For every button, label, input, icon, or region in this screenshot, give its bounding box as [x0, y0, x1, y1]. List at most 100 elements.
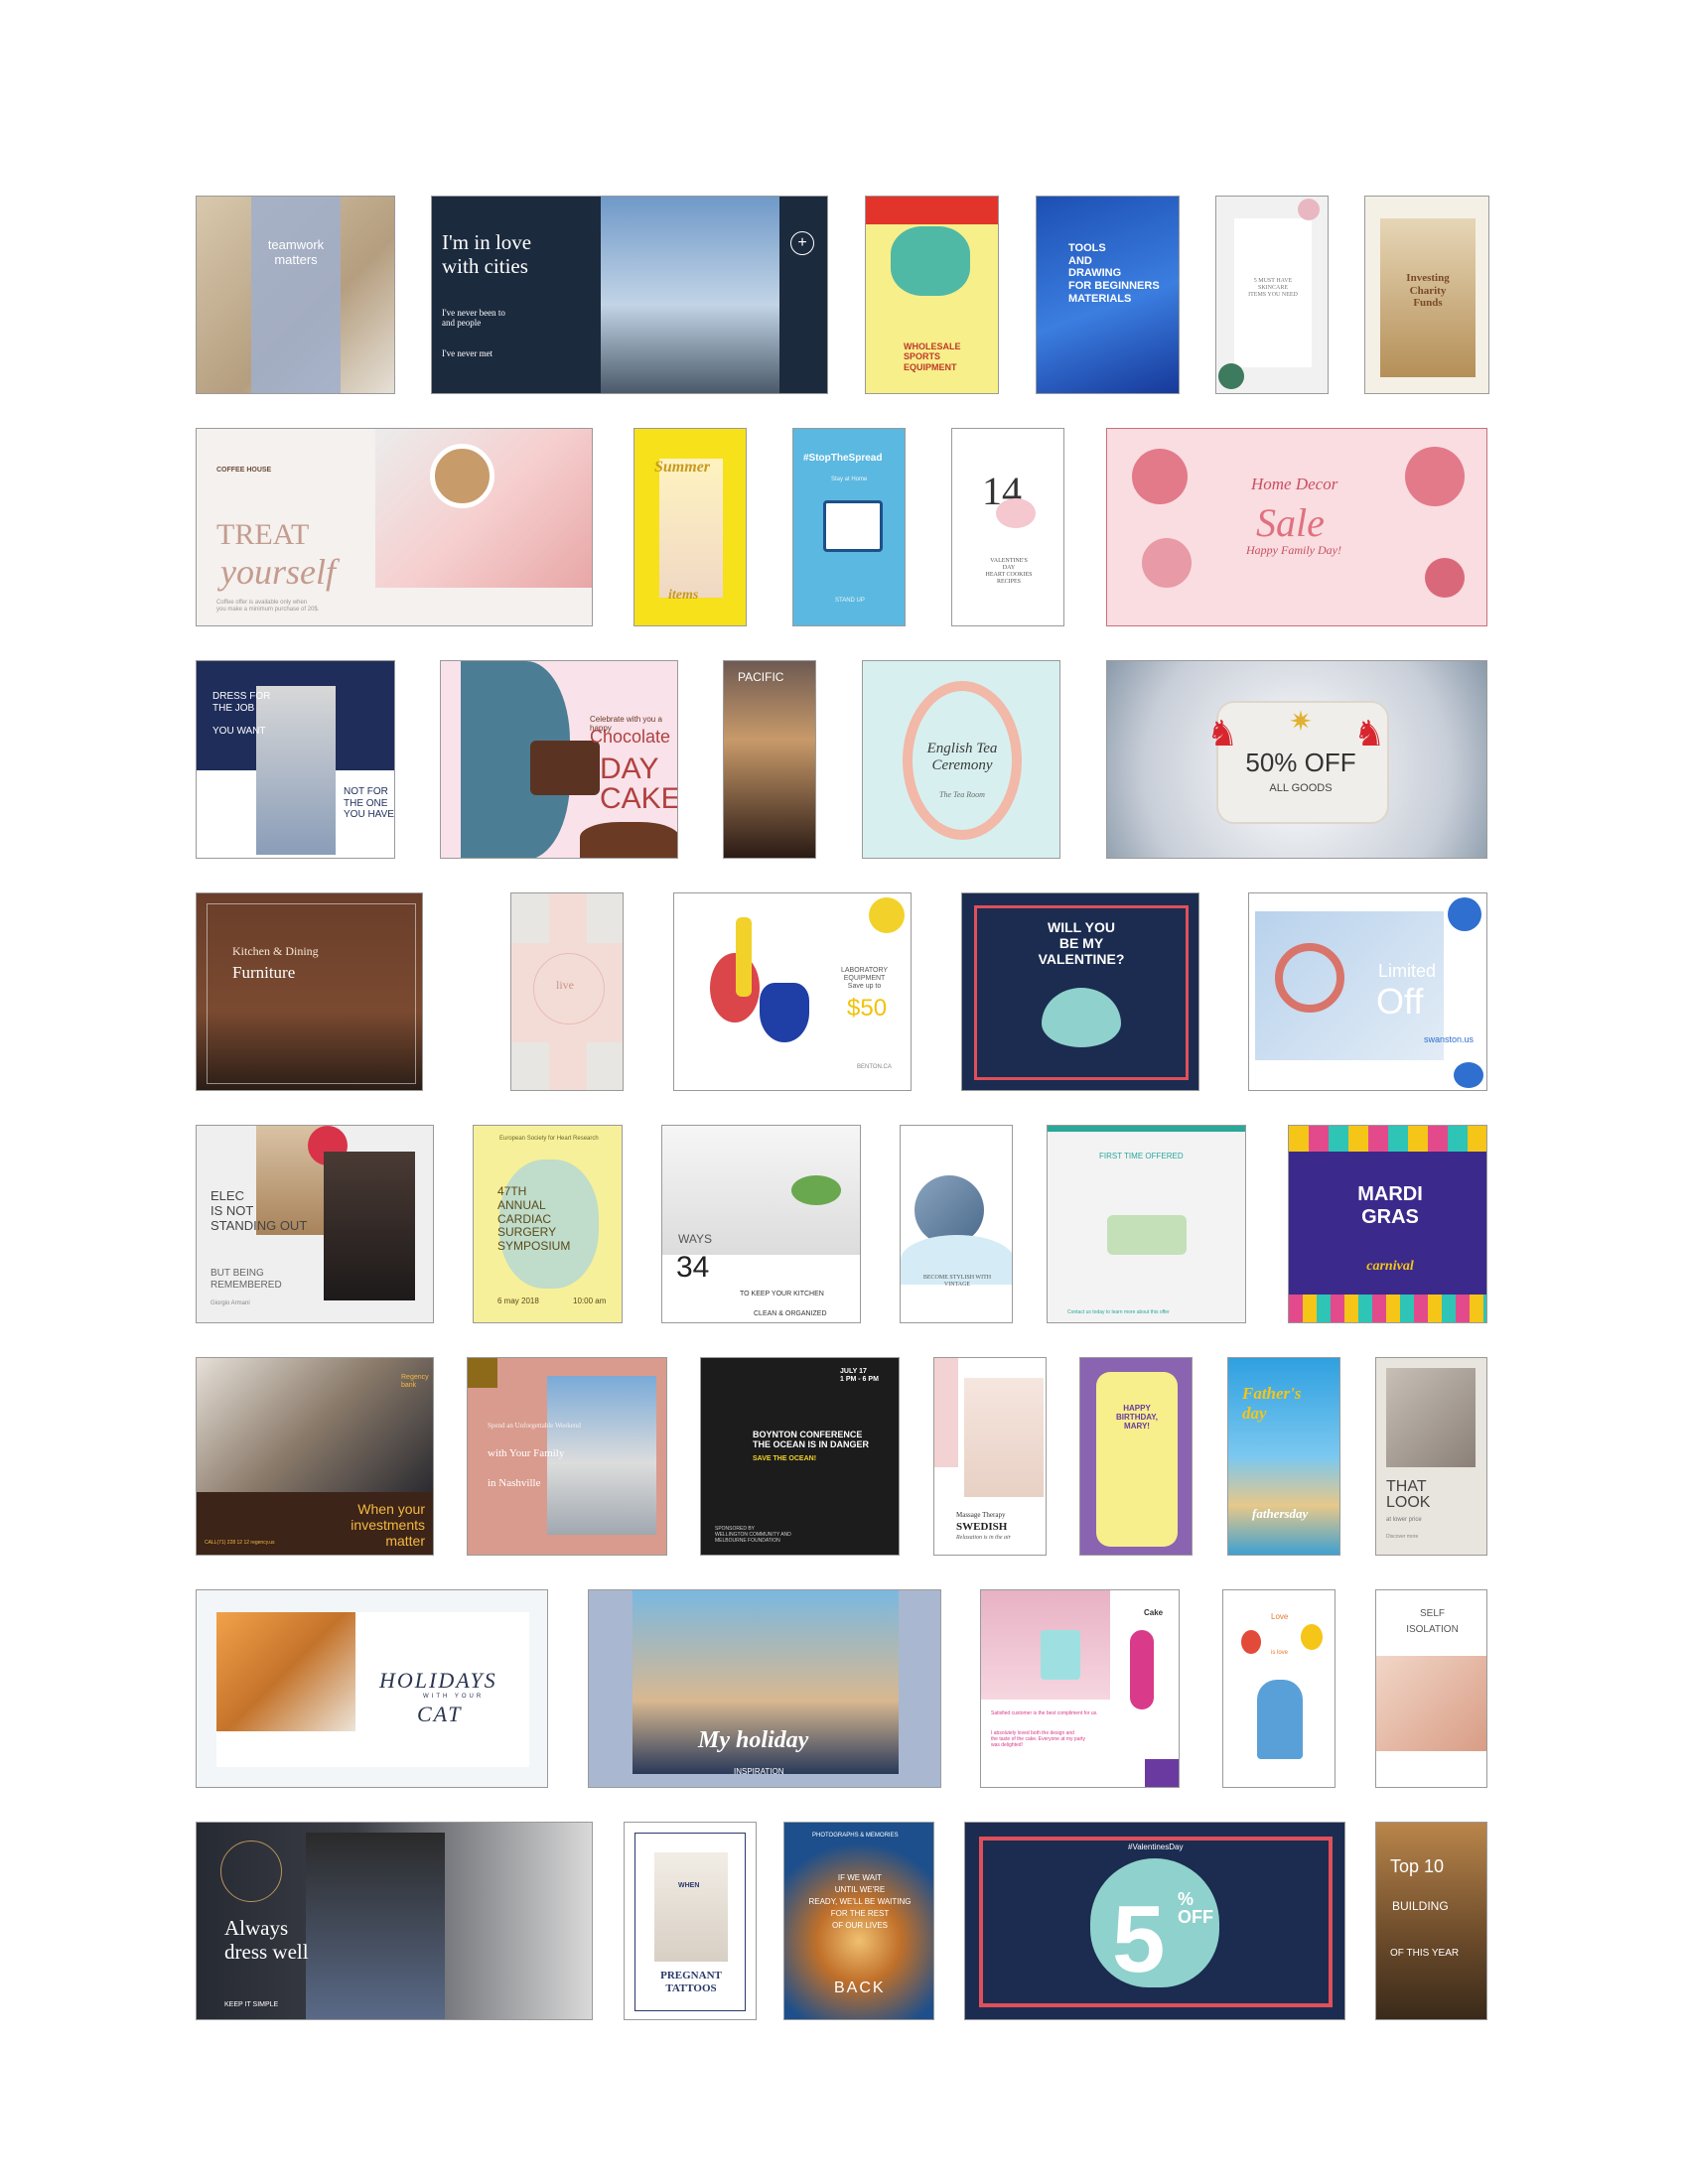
card-heading: IF WE WAIT UNTIL WE'RE READY, WE'LL BE W…: [808, 1873, 912, 1930]
card-title: Off: [1376, 981, 1424, 1022]
template-card-dress[interactable]: DRESS FOR THE JOB YOU WANT NOT FOR THE O…: [196, 660, 395, 859]
card-heading: Love: [1271, 1612, 1289, 1621]
card-heading: HOLIDAYS: [379, 1668, 497, 1693]
template-card-teamwork[interactable]: teamwork matters: [196, 196, 395, 394]
template-card-cities[interactable]: I'm in love with cities I've never been …: [431, 196, 828, 394]
card-heading: 50% OFF: [1245, 748, 1356, 777]
template-card-first-time[interactable]: FIRST TIME OFFERED Contact us today to l…: [1047, 1125, 1246, 1323]
template-card-kitchen-ways[interactable]: WAYS 34 TO KEEP YOUR KITCHEN CLEAN & ORG…: [661, 1125, 861, 1323]
template-card-holidays-cat[interactable]: HOLIDAYS WITH YOUR CAT: [196, 1589, 548, 1788]
flower-decor: [1425, 558, 1465, 598]
template-card-top-10[interactable]: Top 10 BUILDING OF THIS YEAR: [1375, 1822, 1487, 2020]
template-card-massage[interactable]: Massage Therapy SWEDISH Relaxation is in…: [933, 1357, 1047, 1556]
photo-placeholder: [216, 1612, 355, 1731]
template-card-birthday[interactable]: HAPPY BIRTHDAY, MARY!: [1079, 1357, 1193, 1556]
photo-placeholder: [511, 893, 549, 943]
template-card-laboratory[interactable]: LABORATORY EQUIPMENT Save up to $50 BENT…: [673, 892, 912, 1091]
template-card-pacific[interactable]: PACIFIC: [723, 660, 816, 859]
photo-placeholder: [654, 1852, 728, 1962]
template-card-boynton[interactable]: JULY 17 1 PM - 6 PM BOYNTON CONFERENCE T…: [700, 1357, 900, 1556]
template-card-back[interactable]: PHOTOGRAPHS & MEMORIES IF WE WAIT UNTIL …: [783, 1822, 934, 2020]
template-card-my-holiday[interactable]: My holiday INSPIRATION: [588, 1589, 941, 1788]
card-heading: When your investments matter: [351, 1501, 425, 1550]
decor-band: [866, 197, 998, 224]
template-card-mardi-gras[interactable]: MARDI GRAS carnival: [1288, 1125, 1487, 1323]
template-card-kitchen[interactable]: Kitchen & Dining Furniture: [196, 892, 423, 1091]
photo-placeholder: [197, 1358, 433, 1492]
template-card-sports[interactable]: WHOLESALE SPORTS EQUIPMENT: [865, 196, 999, 394]
card-text: Contact us today to learn more about thi…: [1067, 1309, 1170, 1315]
template-card-valentine[interactable]: WILL YOU BE MY VALENTINE?: [961, 892, 1199, 1091]
template-card-cardiac[interactable]: European Society for Heart Research 47TH…: [473, 1125, 623, 1323]
card-heading: PACIFIC: [738, 670, 784, 684]
corner-decor: [1145, 1759, 1179, 1787]
template-card-elec[interactable]: ELEC IS NOT STANDING OUT BUT BEING REMEM…: [196, 1125, 434, 1323]
circle-decor: [220, 1841, 282, 1902]
card-text: BECOME STYLISH WITH VINTAGE: [922, 1275, 992, 1288]
template-card-limited-offer[interactable]: Limited Off swanston.us: [1248, 892, 1487, 1091]
card-heading: Summer: [654, 459, 711, 476]
card-text: INSPIRATION: [734, 1767, 784, 1776]
card-text: carnival: [1366, 1259, 1414, 1274]
card-heading: English Tea Ceremony: [926, 741, 998, 774]
card-text: I absolutely loved both the design and t…: [991, 1730, 1086, 1748]
cake-illustration: [530, 741, 600, 795]
template-card-fathers-day[interactable]: Father's day fathersday: [1227, 1357, 1340, 1556]
bunting-decor: [1289, 1126, 1486, 1152]
template-card-tools[interactable]: TOOLS AND DRAWING FOR BEGINNERS MATERIAL…: [1036, 196, 1180, 394]
template-card-charity[interactable]: Investing Charity Funds: [1364, 196, 1489, 394]
card-heading: ELEC IS NOT STANDING OUT: [211, 1188, 308, 1233]
card-heading: BOYNTON CONFERENCE THE OCEAN IS IN DANGE…: [753, 1430, 870, 1450]
cookie-illustration: [996, 498, 1036, 528]
template-card-investments[interactable]: Regency bank When your investments matte…: [196, 1357, 434, 1556]
card-heading: CAT: [417, 1702, 463, 1726]
flower-decor: [1132, 449, 1188, 504]
template-card-treat[interactable]: COFFEE HOUSE TREAT yourself Coffee offer…: [196, 428, 593, 626]
card-heading: 34: [676, 1251, 710, 1284]
photo-placeholder: [511, 1042, 549, 1090]
card-heading: Limited: [1378, 961, 1437, 981]
sports-illustration: [891, 226, 970, 296]
photo-placeholder: [306, 1833, 445, 2019]
template-card-love[interactable]: Love is love: [1222, 1589, 1336, 1788]
headphones-illustration: [1275, 943, 1344, 1013]
template-card-50-off[interactable]: 50% OFF ALL GOODS ✷ ♞ ♞: [1106, 660, 1487, 859]
template-card-summer[interactable]: Summer items: [633, 428, 747, 626]
template-card-pregnant-tattoos[interactable]: WHEN PREGNANT TATTOOS: [624, 1822, 757, 2020]
template-card-vintage[interactable]: BECOME STYLISH WITH VINTAGE: [900, 1125, 1013, 1323]
card-heading: Home Decor: [1251, 475, 1338, 493]
card-subheading: items: [668, 588, 699, 603]
card-heading: SELF ISOLATION: [1406, 1608, 1459, 1635]
flower-decor: [1142, 538, 1192, 588]
template-card-chocolate-cake[interactable]: Celebrate with you a happy Chocolate DAY…: [440, 660, 678, 859]
photo-placeholder: [964, 1378, 1044, 1497]
reindeer-icon: ♞: [1353, 713, 1386, 753]
template-card-valentine-recipes[interactable]: 14 VALENTINE'S DAY HEART COOKIES RECIPES: [951, 428, 1064, 626]
template-card-tea-ceremony[interactable]: English Tea Ceremony The Tea Room: [862, 660, 1060, 859]
card-text: is love: [1271, 1650, 1289, 1656]
card-text: CALL(71) 228 12 12 regency.us: [205, 1540, 275, 1546]
template-card-skincare[interactable]: 5 MUST HAVE SKINCARE ITEMS YOU NEED: [1215, 196, 1329, 394]
flower-decor: [1405, 447, 1465, 506]
photo-placeholder: [587, 1042, 623, 1090]
reindeer-icon: ♞: [1206, 713, 1239, 753]
template-card-self-isolation[interactable]: SELF ISOLATION: [1375, 1589, 1487, 1788]
template-card-that-look[interactable]: THAT LOOK at lower price Discover more: [1375, 1357, 1487, 1556]
card-text: Massage Therapy: [956, 1511, 1006, 1519]
template-card-homedecor[interactable]: Home Decor Sale Happy Family Day!: [1106, 428, 1487, 626]
card-heading: Top 10: [1390, 1856, 1445, 1876]
card-heading: Cake: [1144, 1608, 1164, 1617]
star-icon: ✷: [1289, 706, 1313, 737]
photo-placeholder: [324, 1152, 415, 1300]
chocolate-drip: [580, 822, 677, 858]
card-text: 5 MUST HAVE SKINCARE ITEMS YOU NEED: [1248, 278, 1298, 298]
card-text: WITH YOUR: [423, 1694, 485, 1700]
template-card-always[interactable]: Always dress well KEEP IT SIMPLE: [196, 1822, 593, 2020]
template-card-live[interactable]: live: [510, 892, 624, 1091]
card-text: at lower price: [1386, 1517, 1422, 1523]
template-card-valentines-5-off[interactable]: #ValentinesDay 5 % OFF: [964, 1822, 1345, 2020]
template-card-stopthespread[interactable]: #StopTheSpread Stay at Home STAND UP: [792, 428, 906, 626]
template-card-nashville[interactable]: Spend an Unforgettable Weekend with Your…: [467, 1357, 667, 1556]
card-heading: $50: [847, 995, 888, 1022]
template-card-cake-review[interactable]: Cake Satisfied customer is the best comp…: [980, 1589, 1180, 1788]
